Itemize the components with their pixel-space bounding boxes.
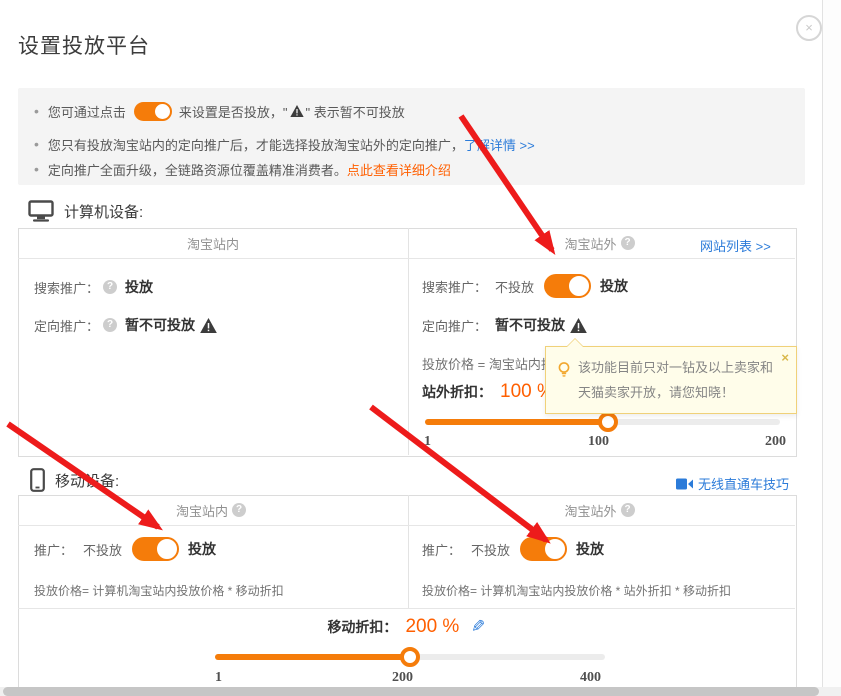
warning-icon xyxy=(200,318,217,333)
computer-offsite-target-row: 定向推广： 暂不可投放 xyxy=(422,314,587,336)
formula-divider xyxy=(18,608,795,609)
mobile-onsite-toggle[interactable] xyxy=(132,537,178,561)
edit-pencil-icon[interactable]: ✎ xyxy=(471,617,485,637)
slider-tick-mid: 200 xyxy=(392,670,413,686)
header-divider xyxy=(18,525,795,526)
mobile-offsite-formula: 投放价格= 计算机淘宝站内投放价格 * 站外折扣 * 移动折扣 xyxy=(422,581,731,599)
computer-offsite-search-row: 搜索推广： 不投放 投放 xyxy=(422,274,628,298)
bullet-dot: • xyxy=(34,103,39,119)
bullet-dot: • xyxy=(34,136,39,152)
wireless-tips-link[interactable]: 无线直通车技巧 xyxy=(676,474,789,493)
mobile-discount-value: 200 % xyxy=(405,616,459,638)
mobile-discount-slider[interactable] xyxy=(215,654,605,660)
offsite-target-value: 暂不可投放 xyxy=(495,315,565,335)
offsite-discount-slider[interactable] xyxy=(425,419,780,425)
mobile-section-header: 移动设备: xyxy=(30,468,119,492)
slider-fill xyxy=(215,654,410,660)
notice-text: 您只有投放淘宝站内的定向推广后，才能选择投放淘宝站外的定向推广， xyxy=(48,135,464,154)
notice-bullet-1: • 您可通过点击 来设置是否投放，" " 表示暂不可投放 xyxy=(34,100,405,122)
tooltip-text: 该功能目前只对一钻及以上卖家和天猫卖家开放，请您知晓！ xyxy=(578,355,782,405)
bullet-dot: • xyxy=(34,161,39,177)
delivery-platform-dialog: 设置投放平台 × • 您可通过点击 来设置是否投放，" " 表示暂不可投放 • … xyxy=(0,0,841,696)
computer-section-title: 计算机设备: xyxy=(64,201,143,222)
computer-onsite-search-row: 搜索推广： ? 投放 xyxy=(34,276,153,298)
mobile-onsite-formula: 投放价格= 计算机淘宝站内投放价格 * 移动折扣 xyxy=(34,581,284,599)
slider-tick-mid: 100 xyxy=(588,434,609,450)
toggle-knob xyxy=(543,537,567,561)
slider-tick-max: 200 xyxy=(765,434,786,450)
smartphone-icon xyxy=(30,468,45,492)
help-icon[interactable]: ? xyxy=(232,503,246,517)
slider-tick-min: 1 xyxy=(424,434,431,450)
horizontal-scrollbar-thumb[interactable] xyxy=(3,687,819,696)
site-list-link[interactable]: 网站列表 >> xyxy=(700,236,771,255)
toggle-knob xyxy=(153,102,172,121)
seller-notice-tooltip: 该功能目前只对一钻及以上卖家和天猫卖家开放，请您知晓！ × xyxy=(545,346,797,414)
header-divider xyxy=(18,258,795,259)
help-icon[interactable]: ? xyxy=(103,318,117,332)
computer-offsite-search-toggle[interactable] xyxy=(544,274,590,298)
monitor-icon xyxy=(28,200,54,222)
offsite-search-on-label: 投放 xyxy=(600,276,628,296)
mobile-offsite-header: 淘宝站外 ? xyxy=(408,495,795,525)
mobile-offsite-toggle-row: 推广： 不投放 投放 xyxy=(422,537,604,561)
mobile-section-title: 移动设备: xyxy=(55,470,119,491)
sample-toggle[interactable] xyxy=(134,102,171,121)
mobile-onsite-toggle-row: 推广： 不投放 投放 xyxy=(34,537,216,561)
computer-onsite-target-row: 定向推广： ? 暂不可投放 xyxy=(34,314,217,336)
computer-section-header: 计算机设备: xyxy=(28,200,143,222)
help-icon[interactable]: ? xyxy=(621,236,635,250)
lightbulb-icon xyxy=(556,361,572,379)
computer-onsite-header: 淘宝站内 xyxy=(18,228,408,258)
offsite-discount-row: 站外折扣： 100 % xyxy=(422,379,554,405)
learn-more-link[interactable]: 了解详情 >> xyxy=(464,135,535,154)
column-divider xyxy=(408,228,409,455)
video-icon xyxy=(676,478,693,490)
dialog-title: 设置投放平台 xyxy=(18,30,150,60)
notice-text: " 表示暂不可投放 xyxy=(306,102,405,121)
onsite-target-value: 暂不可投放 xyxy=(125,315,195,335)
warning-icon xyxy=(570,318,587,333)
notice-panel: • 您可通过点击 来设置是否投放，" " 表示暂不可投放 • 您只有投放淘宝站内… xyxy=(18,88,805,185)
slider-tick-max: 400 xyxy=(580,670,601,686)
slider-tick-min: 1 xyxy=(215,670,222,686)
notice-text: 定向推广全面升级，全链路资源位覆盖精准消费者。 xyxy=(48,160,347,179)
tooltip-close-icon[interactable]: × xyxy=(781,350,789,365)
slider-knob[interactable] xyxy=(400,647,420,667)
onsite-search-value: 投放 xyxy=(125,277,153,297)
notice-text: 您可通过点击 xyxy=(48,102,126,121)
close-icon: × xyxy=(805,20,813,35)
toggle-knob xyxy=(155,537,179,561)
mobile-offsite-toggle[interactable] xyxy=(520,537,566,561)
slider-knob[interactable] xyxy=(598,412,618,432)
page-margin xyxy=(823,0,841,696)
notice-bullet-3: • 定向推广全面升级，全链路资源位覆盖精准消费者。 点此查看详细介绍 xyxy=(34,158,451,180)
warning-icon xyxy=(290,105,304,117)
intro-detail-link[interactable]: 点此查看详细介绍 xyxy=(347,160,451,179)
close-button[interactable]: × xyxy=(796,15,822,41)
slider-fill xyxy=(425,419,608,425)
help-icon[interactable]: ? xyxy=(621,503,635,517)
notice-text: 来设置是否投放，" xyxy=(179,102,288,121)
notice-bullet-2: • 您只有投放淘宝站内的定向推广后，才能选择投放淘宝站外的定向推广， 了解详情 … xyxy=(34,133,535,155)
dialog-panel: 设置投放平台 × • 您可通过点击 来设置是否投放，" " 表示暂不可投放 • … xyxy=(0,0,823,696)
toggle-knob xyxy=(567,274,591,298)
mobile-discount-row: 移动折扣： 200 % ✎ xyxy=(18,614,795,640)
mobile-onsite-header: 淘宝站内 ? xyxy=(18,495,408,525)
help-icon[interactable]: ? xyxy=(103,280,117,294)
